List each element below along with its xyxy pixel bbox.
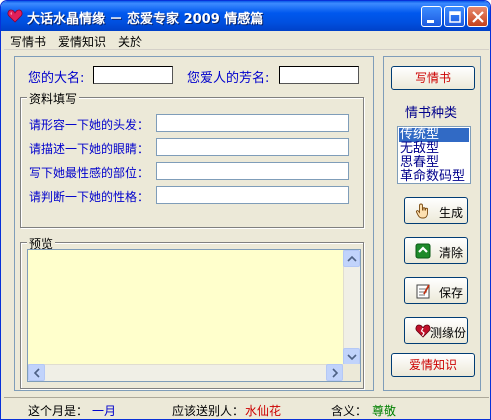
app-window: 大话水晶情缘 － 恋爱专家 2009 情感篇 写情书 爱情知识 关於 您的大名:… bbox=[0, 0, 491, 420]
hair-label: 请形容一下她的头发： bbox=[29, 118, 150, 132]
minimize-button[interactable] bbox=[421, 6, 442, 27]
profile-group-title: 资料填写 bbox=[27, 90, 80, 107]
letter-type-option-invincible[interactable]: 无敌型 bbox=[400, 142, 439, 156]
close-button[interactable] bbox=[467, 6, 488, 27]
meaning-label: 含义： bbox=[331, 404, 368, 418]
window-title: 大话水晶情缘 － 恋爱专家 2009 情感篇 bbox=[27, 12, 264, 27]
hair-input[interactable] bbox=[156, 114, 349, 132]
flower-value: 水仙花 bbox=[245, 404, 282, 418]
hand-pointer-icon bbox=[415, 203, 428, 219]
arrow-right-icon bbox=[332, 368, 339, 378]
save-notepad-icon bbox=[416, 284, 430, 299]
vertical-scrollbar[interactable] bbox=[343, 250, 360, 365]
menu-about[interactable]: 关於 bbox=[118, 33, 142, 50]
sexy-part-input[interactable] bbox=[156, 162, 349, 180]
preview-textarea[interactable] bbox=[27, 249, 361, 382]
lover-name-label: 您爱人的芳名: bbox=[187, 71, 270, 86]
test-fate-button[interactable]: 测缘份 bbox=[404, 317, 468, 344]
minimize-icon bbox=[427, 20, 434, 23]
maximize-icon bbox=[449, 11, 461, 23]
save-button[interactable]: 保存 bbox=[404, 277, 468, 304]
arrow-up-icon bbox=[347, 255, 357, 262]
letter-type-list[interactable]: 传统型 无敌型 思春型 革命数码型 bbox=[397, 126, 471, 184]
menu-love-knowledge[interactable]: 爱情知识 bbox=[58, 33, 106, 50]
personality-label: 请判断一下她的性格： bbox=[29, 190, 150, 204]
maximize-button[interactable] bbox=[444, 6, 465, 27]
broken-heart-icon bbox=[415, 324, 431, 338]
close-icon bbox=[472, 11, 484, 23]
menu-bar: 写情书 爱情知识 关於 bbox=[4, 31, 489, 50]
eyes-label: 请描述一下她的眼睛： bbox=[29, 142, 150, 156]
save-label: 保存 bbox=[439, 286, 464, 300]
generate-label: 生成 bbox=[439, 206, 464, 220]
meaning-value: 尊敬 bbox=[372, 404, 397, 418]
scroll-corner bbox=[343, 364, 360, 381]
title-bar[interactable]: 大话水晶情缘 － 恋爱专家 2009 情感篇 bbox=[1, 1, 490, 31]
clear-label: 清除 bbox=[439, 246, 464, 260]
arrow-down-icon bbox=[347, 354, 357, 361]
arrow-left-icon bbox=[33, 368, 40, 378]
status-bar: 这个月是： 一月 应该送别人： 水仙花 含义： 尊敬 bbox=[4, 397, 489, 418]
menu-write-letter[interactable]: 写情书 bbox=[10, 33, 46, 50]
your-name-label: 您的大名: bbox=[28, 71, 85, 86]
scroll-down-button[interactable] bbox=[343, 348, 360, 365]
letter-type-option-digital[interactable]: 革命数码型 bbox=[400, 170, 465, 184]
scroll-up-button[interactable] bbox=[343, 250, 360, 267]
letter-type-title: 情书种类 bbox=[405, 106, 458, 121]
flower-label: 应该送别人： bbox=[172, 404, 245, 418]
eyes-input[interactable] bbox=[156, 138, 349, 156]
heart-icon bbox=[7, 9, 23, 23]
test-fate-label: 测缘份 bbox=[430, 326, 467, 340]
month-label: 这个月是： bbox=[28, 404, 89, 418]
scroll-left-button[interactable] bbox=[28, 364, 45, 381]
love-knowledge-button[interactable]: 爱情知识 bbox=[391, 353, 475, 377]
personality-input[interactable] bbox=[156, 186, 349, 204]
lover-name-input[interactable] bbox=[279, 66, 359, 84]
sexy-part-label: 写下她最性感的部位： bbox=[29, 166, 150, 180]
your-name-input[interactable] bbox=[93, 66, 173, 84]
write-letter-button[interactable]: 写情书 bbox=[391, 66, 475, 90]
horizontal-scrollbar[interactable] bbox=[28, 364, 343, 381]
clear-arrow-icon bbox=[415, 243, 431, 259]
clear-button[interactable]: 清除 bbox=[404, 237, 468, 264]
month-value: 一月 bbox=[92, 404, 117, 418]
scroll-right-button[interactable] bbox=[326, 364, 343, 381]
generate-button[interactable]: 生成 bbox=[404, 197, 468, 224]
letter-type-option-traditional[interactable]: 传统型 bbox=[399, 128, 469, 142]
letter-type-option-longing[interactable]: 思春型 bbox=[400, 156, 439, 170]
